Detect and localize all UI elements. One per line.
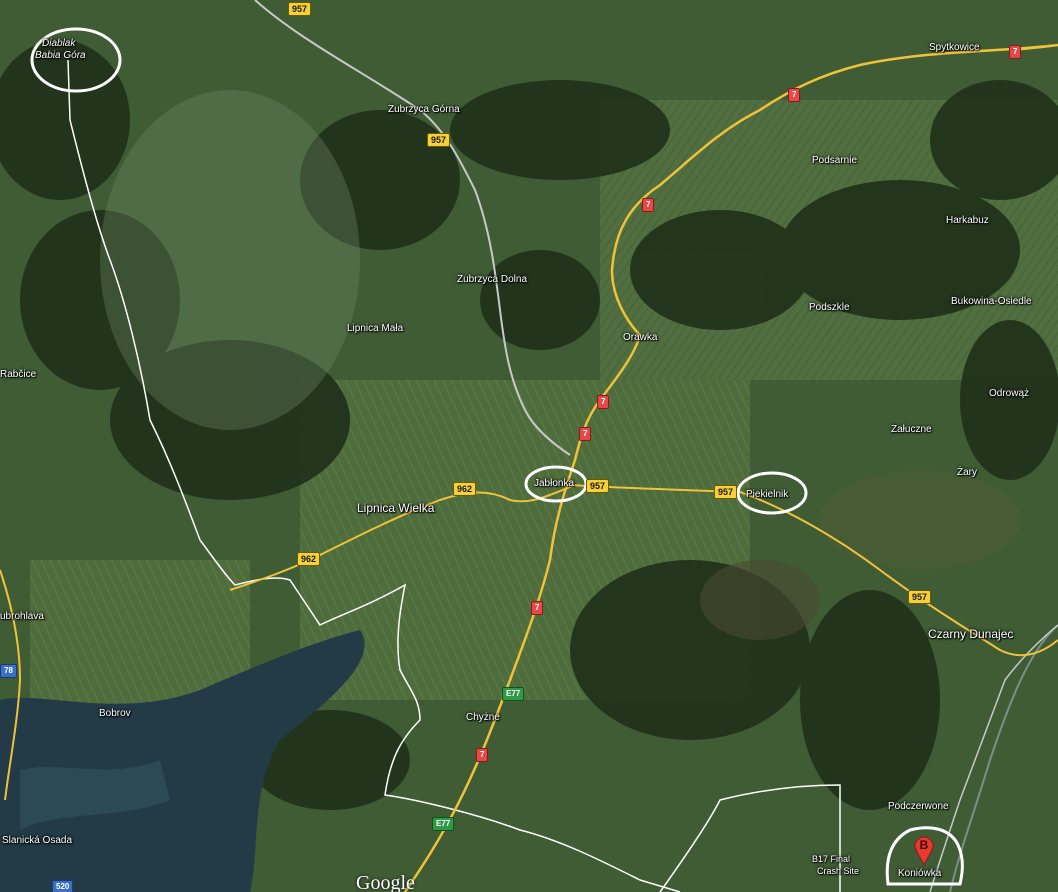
place-label-bukowina-osiedle: Bukowina-Osiedle [951, 296, 1032, 307]
marker-letter: B [919, 838, 929, 852]
road-shield-957: 957 [908, 590, 932, 604]
map-marker-pin-icon[interactable]: B [914, 836, 934, 866]
road-shield-957: 957 [586, 479, 610, 493]
road-shield-957: 957 [714, 485, 738, 499]
road-shield-78: 78 [0, 664, 17, 678]
place-label-podszkle: Podszkle [809, 302, 850, 313]
satellite-map[interactable]: Diablak Babia Góra Zubrzyca Górna Zubrzy… [0, 0, 1058, 892]
road-shield-957: 957 [427, 133, 451, 147]
place-label-lipnica-mala: Lipnica Mała [347, 323, 404, 334]
place-label-czarny-dunajec: Czarny Dunajec [928, 627, 1014, 641]
road-shield-e77: E77 [502, 687, 525, 701]
place-label-odrowaz: Odrowąż [989, 388, 1030, 399]
place-label-jablonka: Jabłonka [534, 478, 575, 489]
place-label-rabcice: Rabčice [0, 369, 37, 380]
road-shield-7: 7 [476, 748, 489, 762]
place-label-zubrzyca-dolna: Zubrzyca Dolna [457, 274, 528, 285]
place-label-zaluczne: Załuczne [891, 424, 932, 435]
place-label-bobrov: Bobrov [99, 708, 131, 719]
poi-label-b17-final: B17 Final [812, 854, 851, 864]
place-label-podczerwone: Podczerwone [888, 801, 949, 812]
road-shield-520: 520 [52, 880, 74, 892]
place-label-diablak: Diablak [42, 38, 76, 49]
road-shield-962: 962 [297, 552, 321, 566]
terrain-layer [0, 0, 1058, 892]
poi-label-crash-site: Crash Site [817, 866, 860, 876]
place-label-babia-gora: Babia Góra [35, 50, 86, 61]
place-label-zary: Żary [957, 467, 977, 478]
road-shield-7: 7 [642, 198, 655, 212]
road-shield-7: 7 [597, 395, 610, 409]
place-label-slanicka-osada: Slanická Osada [2, 835, 73, 846]
place-label-orawka: Orawka [623, 332, 658, 343]
place-label-piekielnik: Piekielnik [746, 489, 789, 500]
road-shield-962: 962 [453, 482, 477, 496]
place-label-harkabuz: Harkabuz [946, 215, 989, 226]
road-shield-7: 7 [788, 88, 801, 102]
road-shield-7: 7 [531, 601, 544, 615]
road-shield-957: 957 [288, 2, 312, 16]
road-shield-7: 7 [1009, 45, 1022, 59]
place-label-koniowka: Koniówka [898, 868, 942, 879]
place-label-zubrzyca-gorna: Zubrzyca Górna [388, 104, 460, 115]
google-logo: Google [356, 872, 415, 892]
road-shield-7: 7 [579, 427, 592, 441]
place-label-podsarnie: Podsarnie [812, 155, 858, 166]
place-label-chyzne: Chyżne [466, 712, 500, 723]
road-shield-e77: E77 [432, 817, 455, 831]
place-label-spytkowice: Spytkowice [929, 42, 980, 53]
place-label-ubrohlava: ubrohlava [0, 611, 44, 622]
place-label-lipnica-wielka: Lipnica Wielka [357, 501, 435, 515]
